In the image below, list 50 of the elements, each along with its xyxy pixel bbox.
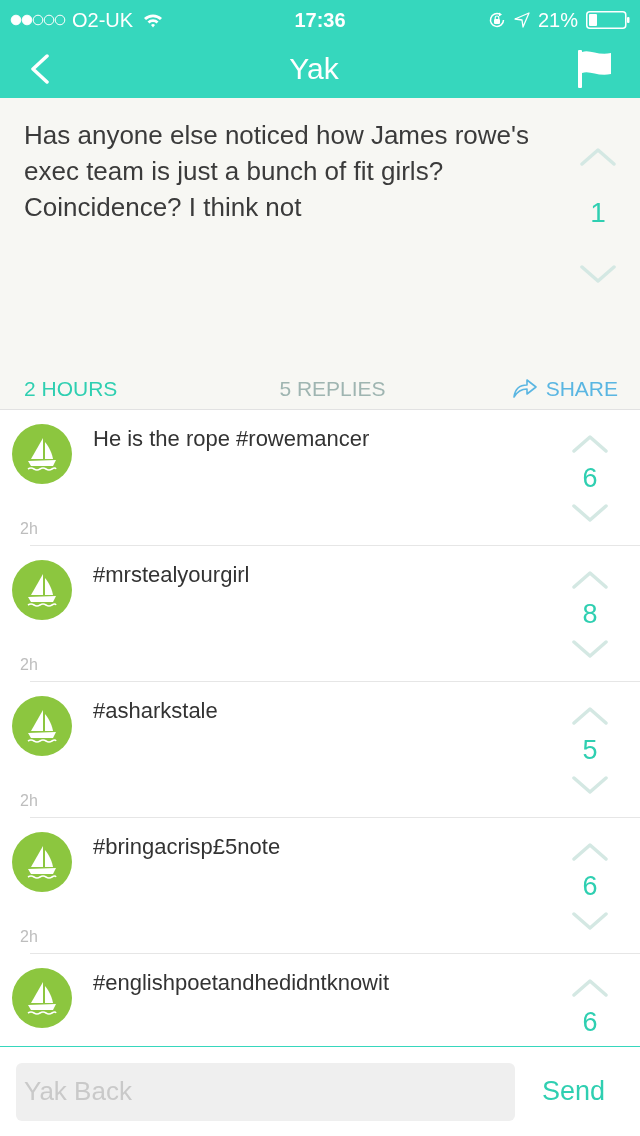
back-button[interactable] bbox=[30, 54, 50, 84]
vote-count: 5 bbox=[582, 737, 598, 764]
send-button[interactable]: Send bbox=[542, 1078, 606, 1105]
carrier-name: O2-UK bbox=[72, 10, 134, 30]
sailboat-icon bbox=[12, 968, 72, 1028]
battery-percentage: 21% bbox=[537, 10, 578, 30]
sailboat-icon bbox=[12, 560, 72, 620]
upvote-chevron-icon[interactable] bbox=[572, 843, 608, 861]
share-arrow-icon bbox=[511, 377, 538, 399]
downvote-chevron-icon[interactable] bbox=[572, 912, 608, 930]
reply-time: 2h bbox=[20, 793, 38, 809]
reply-text: #mrstealyourgirl bbox=[93, 562, 251, 588]
reply-text: He is the rope #rowemancer bbox=[93, 426, 371, 452]
sailboat-icon bbox=[12, 832, 72, 892]
downvote-chevron-icon[interactable] bbox=[580, 265, 616, 283]
signal-strength-icon bbox=[10, 14, 66, 26]
sailboat-icon bbox=[12, 424, 72, 484]
downvote-chevron-icon[interactable] bbox=[572, 640, 608, 658]
vote-count: 8 bbox=[582, 601, 598, 628]
rotation-lock-icon bbox=[487, 11, 506, 29]
post-text: Has anyone else noticed how James rowe's exec team is just a bunch of fit girls? Coincidence? I think not bbox=[24, 119, 530, 224]
report-button[interactable] bbox=[578, 50, 612, 88]
sailboat-icon bbox=[12, 696, 72, 756]
vote-count: 6 bbox=[582, 465, 598, 492]
wifi-icon bbox=[143, 12, 164, 28]
upvote-chevron-icon[interactable] bbox=[572, 435, 608, 453]
back-chevron-icon bbox=[30, 54, 50, 84]
vote-count: 1 bbox=[590, 199, 606, 227]
reply-text: #englishpoetandhedidntknowit bbox=[93, 970, 390, 996]
reply-text: #asharkstale bbox=[93, 698, 219, 724]
clock-time: 17:36 bbox=[294, 10, 346, 30]
upvote-chevron-icon[interactable] bbox=[580, 148, 616, 166]
flag-icon bbox=[578, 50, 612, 88]
post-age: 2 HOURS bbox=[24, 377, 118, 399]
reply-count: 5 REPLIES bbox=[279, 377, 386, 399]
reply-time: 2h bbox=[20, 521, 38, 537]
vote-count: 6 bbox=[582, 1009, 598, 1036]
reply-text: #bringacrisp£5note bbox=[93, 834, 282, 860]
downvote-chevron-icon[interactable] bbox=[572, 504, 608, 522]
vote-count: 6 bbox=[582, 873, 598, 900]
downvote-chevron-icon[interactable] bbox=[572, 776, 608, 794]
reply-time: 2h bbox=[20, 657, 38, 673]
upvote-chevron-icon[interactable] bbox=[572, 571, 608, 589]
upvote-chevron-icon[interactable] bbox=[572, 979, 608, 997]
upvote-chevron-icon[interactable] bbox=[572, 707, 608, 725]
share-button[interactable]: SHARE bbox=[511, 377, 618, 399]
reply-time: 2h bbox=[20, 929, 38, 945]
battery-icon bbox=[586, 11, 630, 29]
screen-title: Yak bbox=[289, 54, 339, 84]
location-arrow-icon bbox=[513, 12, 530, 28]
